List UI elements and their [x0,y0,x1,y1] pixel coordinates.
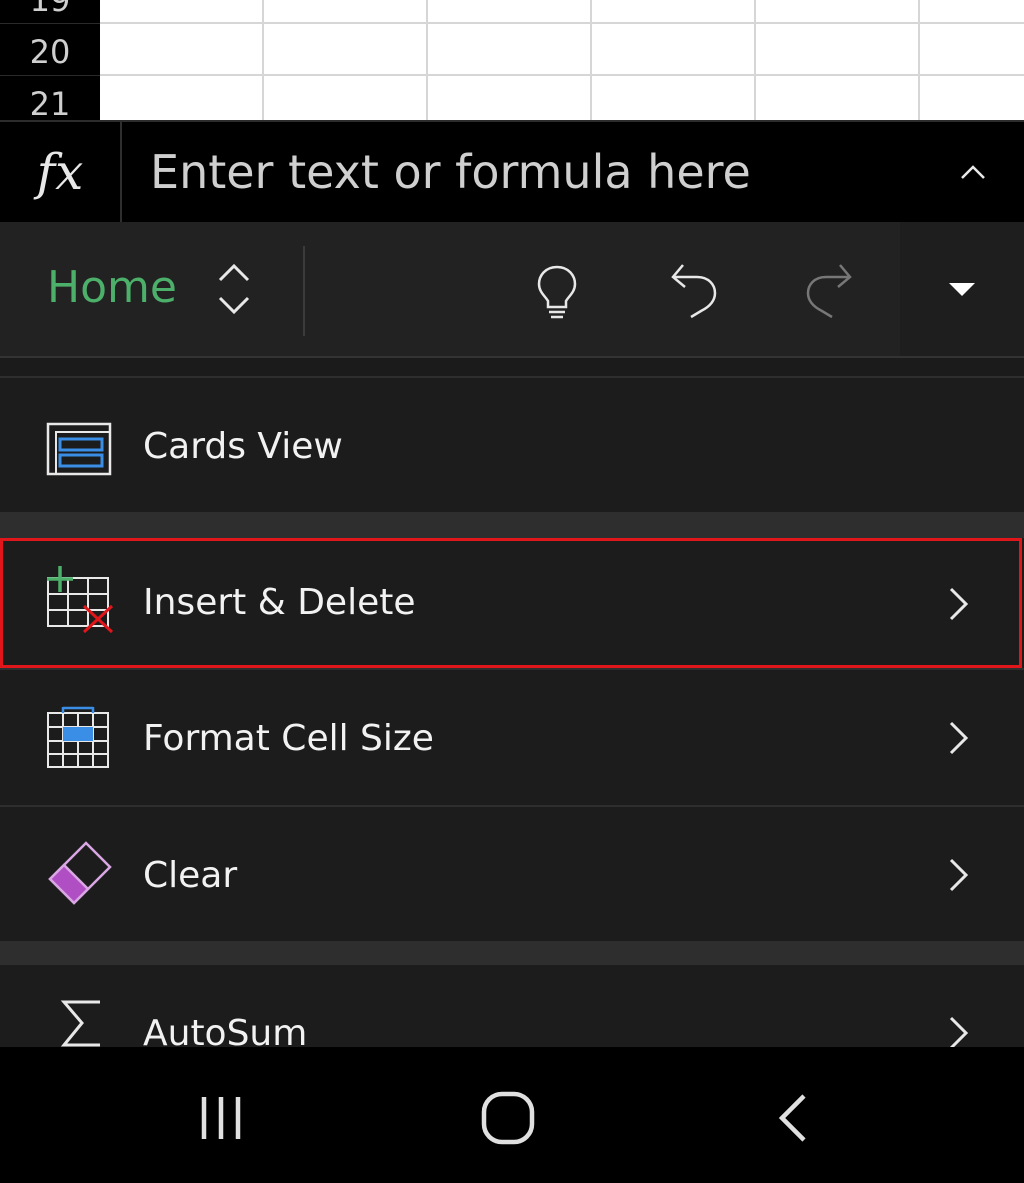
row-header[interactable]: 19 [0,0,100,24]
menu-group-divider [0,941,1024,965]
column-divider [426,76,428,120]
back-button[interactable] [760,1083,830,1153]
column-divider [426,24,428,76]
ribbon-toolbar: Home [0,222,1024,358]
toolbar-divider [303,246,305,336]
format-cell-size-icon [47,706,109,768]
dropdown-caret-icon [949,283,975,296]
back-icon [778,1094,806,1142]
column-divider [918,76,920,120]
sheet-row[interactable]: 19 [0,0,1024,24]
cards-view-icon [46,422,112,476]
tab-switch-icon[interactable] [206,260,262,320]
row-cells[interactable] [100,76,1024,120]
column-divider [590,76,592,120]
home-button[interactable] [473,1083,543,1153]
menu-item-autosum[interactable]: AutoSum [0,965,1024,1047]
menu-item-label: Clear [143,855,238,896]
menu-item-clear[interactable]: Clear [0,807,1024,941]
tell-me-button[interactable] [522,256,592,326]
menu-group-divider [0,512,1024,538]
redo-icon [806,264,852,319]
column-divider [590,0,592,24]
fx-icon: fx [36,143,84,201]
chevron-right-icon [949,1016,969,1047]
column-divider [918,0,920,24]
column-divider [262,24,264,76]
menu-item-label: AutoSum [143,1013,308,1047]
redo-button[interactable] [795,256,865,326]
column-divider [426,0,428,24]
formula-bar: fx [0,120,1024,222]
sheet-row[interactable]: 21 [0,76,1024,120]
row-cells[interactable] [100,0,1024,24]
selection-highlight [0,538,1022,668]
chevron-right-icon [949,858,969,892]
column-divider [590,24,592,76]
column-divider [754,24,756,76]
expand-formula-bar-icon[interactable] [950,150,996,196]
chevron-right-icon [949,721,969,755]
undo-button[interactable] [658,256,728,326]
column-divider [754,0,756,24]
ribbon-tab-selector[interactable]: Home [47,262,177,313]
row-header[interactable]: 21 [0,76,100,120]
ribbon-collapse-button[interactable] [900,222,1024,356]
undo-icon [671,264,717,319]
insert-function-button[interactable]: fx [0,122,122,222]
lightbulb-icon [537,265,577,319]
home-icon [481,1091,535,1145]
menu-item-label: Cards View [143,426,343,467]
recent-apps-button[interactable] [186,1083,256,1153]
row-cells[interactable] [100,24,1024,76]
row-header[interactable]: 20 [0,24,100,76]
menu-item-format-cell-size[interactable]: Format Cell Size [0,670,1024,805]
sheet-row[interactable]: 20 [0,24,1024,76]
spreadsheet-grid[interactable]: 19 20 21 [0,0,1024,120]
column-divider [262,76,264,120]
menu-item-cards-view[interactable]: Cards View [0,378,1024,512]
recent-apps-icon [201,1097,241,1139]
column-divider [918,24,920,76]
system-navigation-bar [0,1047,1024,1183]
column-divider [262,0,264,24]
sigma-icon [60,1000,100,1047]
menu-spacer [0,360,1024,376]
formula-input[interactable] [150,140,930,204]
menu-item-label: Format Cell Size [143,718,434,759]
column-divider [754,76,756,120]
eraser-icon [48,841,112,905]
